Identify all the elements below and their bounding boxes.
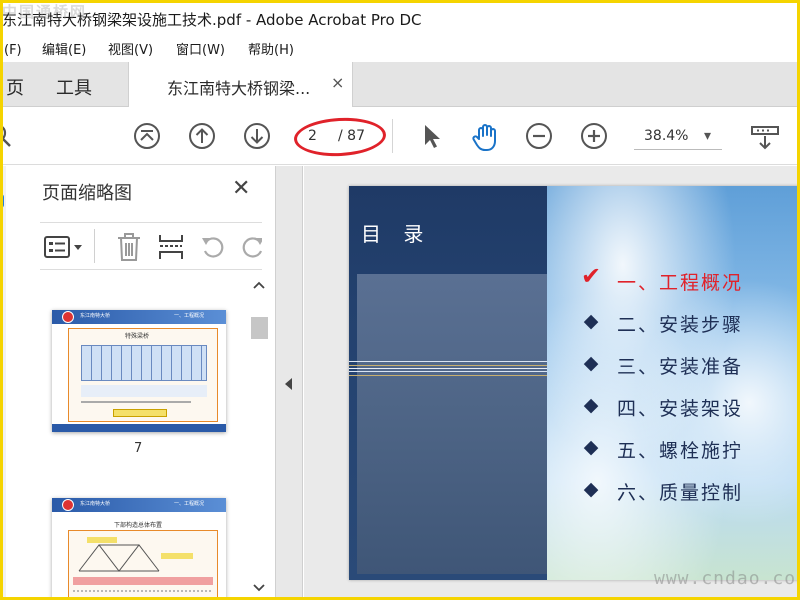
page-thumbnail[interactable]: 东江南特大桥 一、工程概况 下部构造总体布置 — [52, 498, 226, 600]
select-cursor-icon[interactable] — [418, 122, 446, 150]
toc-item-text: 二、安装步骤 — [617, 314, 744, 336]
slide-left-panel: 目 录 — [349, 186, 547, 580]
thumb-text-line — [81, 401, 191, 403]
toc-item-text: 五、螺栓施拧 — [617, 440, 744, 462]
menu-edit[interactable]: 编辑(E) — [42, 40, 86, 62]
diamond-bullet-icon: ◆ — [583, 394, 601, 416]
scroll-mode-icon[interactable] — [750, 122, 780, 150]
thumb-header-right: 一、工程概况 — [174, 313, 205, 319]
thumbnail-scrollbar[interactable] — [248, 279, 270, 599]
diamond-bullet-icon: ◆ — [583, 352, 601, 374]
thumb-figure: 特殊梁桥 — [68, 328, 218, 422]
nav-strip-active-indicator — [0, 194, 4, 208]
menu-window[interactable]: 窗口(W) — [176, 40, 225, 62]
tab-document[interactable]: 东江南特大桥钢梁... × — [128, 62, 353, 107]
thumb-caption: 特殊梁桥 — [125, 333, 150, 340]
left-nav-strip — [0, 166, 6, 600]
chevron-down-icon: ▾ — [704, 128, 712, 144]
options-menu-icon[interactable] — [44, 235, 84, 263]
watermark-top: 中国通桥网 — [2, 3, 88, 21]
truss-diagram — [73, 537, 213, 592]
diamond-bullet-icon: ◆ — [583, 436, 601, 458]
zoom-in-icon[interactable] — [580, 122, 608, 150]
window-title-bar: 东江南特大桥钢梁架设施工技术.pdf - Adobe Acrobat Pro D… — [0, 0, 800, 40]
toc-item-text: 六、质量控制 — [617, 482, 744, 504]
next-page-icon[interactable] — [243, 122, 271, 150]
thumb-header-left: 东江南特大桥 — [80, 501, 111, 507]
slide-inner-panel — [357, 274, 547, 574]
main-toolbar: 2 / 87 38.4% ▾ — [0, 107, 800, 165]
tab-close-button[interactable]: × — [331, 73, 344, 92]
chevron-down-icon[interactable] — [252, 579, 266, 598]
thumb-figure — [68, 530, 218, 600]
thumb-header-right: 一、工程概况 — [174, 501, 205, 507]
thumb-label-box — [113, 409, 167, 417]
pane-close-button[interactable]: ✕ — [232, 176, 250, 201]
diamond-bullet-icon: ◆ — [583, 310, 601, 332]
slide-sky-background — [547, 186, 800, 580]
search-icon[interactable] — [0, 122, 14, 150]
checkmark-icon: ✔ — [581, 262, 604, 290]
pane-toolbar-divider — [94, 229, 95, 263]
scrollbar-thumb[interactable] — [251, 317, 268, 339]
thumb-header-left: 东江南特大桥 — [80, 313, 111, 319]
tab-tools[interactable]: 工具 — [56, 74, 92, 100]
hand-tool-icon[interactable] — [470, 122, 498, 151]
slide-decorative-stripes — [349, 359, 547, 379]
trash-icon[interactable] — [116, 233, 142, 265]
thumbnail-toolbar — [40, 222, 262, 270]
page-highlight-annotation — [293, 115, 387, 159]
zoom-level-value: 38.4% — [644, 128, 689, 144]
menu-help[interactable]: 帮助(H) — [248, 40, 294, 62]
toc-item-text: 四、安装架设 — [617, 398, 744, 420]
logo-icon — [62, 311, 74, 323]
insert-page-icon[interactable] — [158, 233, 184, 265]
page-thumbnail[interactable]: 东江南特大桥 一、工程概况 特殊梁桥 — [52, 310, 226, 432]
page-thumbnails-pane: 页面缩略图 ✕ 东江南特大桥 一、工程概况 特殊梁桥 7 东江南特大桥 一、工程… — [0, 166, 276, 600]
thumb-footer — [52, 424, 226, 432]
pane-title: 页面缩略图 — [42, 183, 132, 204]
toolbar-divider — [392, 119, 393, 153]
menu-file[interactable]: (F) — [4, 40, 22, 62]
pdf-page-slide: 目 录 ✔ 一、工程概况 ◆ 二、安装步骤 ◆ 三、安装准备 ◆ 四、安装架设 — [349, 186, 800, 580]
toc-item-text: 三、安装准备 — [617, 356, 744, 378]
chevron-up-icon[interactable] — [252, 279, 266, 294]
menu-bar: (F) 编辑(E) 视图(V) 窗口(W) 帮助(H) — [0, 40, 800, 62]
thumbnail-page-number: 7 — [134, 441, 143, 456]
diamond-bullet-icon: ◆ — [583, 478, 601, 500]
slide-title: 目 录 — [361, 222, 432, 246]
watermark-bottom: www.cndao.com — [654, 568, 800, 589]
first-page-icon[interactable] — [133, 122, 161, 150]
thumb-diagram-base — [81, 385, 207, 397]
zoom-level-select[interactable]: 38.4% ▾ — [634, 124, 722, 150]
zoom-out-icon[interactable] — [525, 122, 553, 150]
toc-item-text: 一、工程概况 — [617, 272, 744, 294]
tab-document-label: 东江南特大桥钢梁... — [167, 79, 311, 98]
rotate-left-icon[interactable] — [200, 234, 226, 264]
thumb-caption: 下部构造总体布置 — [114, 522, 163, 529]
menu-view[interactable]: 视图(V) — [108, 40, 153, 62]
tabs-bar: 页 工具 东江南特大桥钢梁... × — [0, 62, 800, 107]
rotate-right-icon[interactable] — [240, 234, 262, 264]
previous-page-icon[interactable] — [188, 122, 216, 150]
tab-home[interactable]: 页 — [6, 74, 24, 100]
document-view[interactable]: 目 录 ✔ 一、工程概况 ◆ 二、安装步骤 ◆ 三、安装准备 ◆ 四、安装架设 — [304, 166, 800, 600]
thumb-diagram — [81, 345, 207, 381]
collapse-pane-icon[interactable] — [284, 376, 294, 395]
logo-icon — [62, 499, 74, 511]
pane-splitter[interactable] — [276, 166, 303, 600]
